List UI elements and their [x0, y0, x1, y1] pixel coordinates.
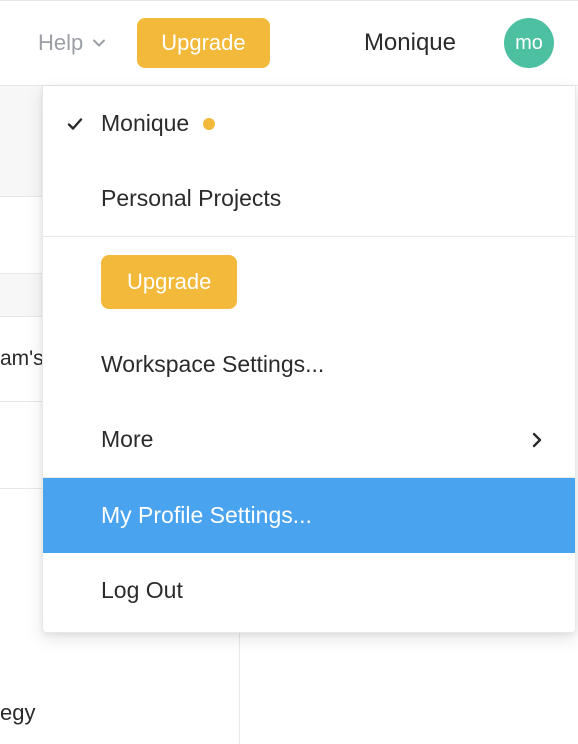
upgrade-button-label: Upgrade: [161, 30, 245, 55]
menu-personal-projects-label: Personal Projects: [101, 185, 281, 212]
background-rows: am's: [0, 86, 45, 402]
menu-workspace-settings-label: Workspace Settings...: [101, 351, 324, 378]
menu-upgrade-button[interactable]: Upgrade: [101, 255, 237, 309]
avatar[interactable]: mo: [504, 18, 554, 68]
background-partial-text: am's: [0, 317, 45, 401]
help-label: Help: [38, 30, 83, 56]
menu-item-workspace-settings[interactable]: Workspace Settings...: [43, 327, 575, 402]
menu-item-personal-projects[interactable]: Personal Projects: [43, 161, 575, 236]
menu-item-profile-settings[interactable]: My Profile Settings...: [43, 478, 575, 553]
chevron-right-icon: [527, 430, 547, 450]
top-bar: Help Upgrade Monique mo: [0, 0, 578, 86]
upgrade-button[interactable]: Upgrade: [137, 18, 269, 68]
menu-workspace-label: Monique: [101, 110, 189, 137]
user-dropdown-menu: Monique Personal Projects Upgrade Worksp…: [42, 86, 576, 633]
menu-logout-label: Log Out: [101, 577, 183, 604]
help-menu[interactable]: Help: [38, 30, 107, 56]
username-label[interactable]: Monique: [364, 29, 456, 57]
check-icon: [65, 114, 85, 134]
menu-more-label: More: [101, 426, 153, 453]
chevron-down-icon: [91, 35, 107, 51]
menu-item-more[interactable]: More: [43, 402, 575, 477]
menu-item-workspace[interactable]: Monique: [43, 86, 575, 161]
avatar-initials: mo: [515, 32, 543, 55]
menu-upgrade-label: Upgrade: [127, 269, 211, 294]
menu-profile-settings-label: My Profile Settings...: [101, 502, 312, 529]
menu-item-logout[interactable]: Log Out: [43, 553, 575, 628]
menu-upgrade-row: Upgrade: [43, 237, 575, 327]
status-dot-icon: [203, 118, 215, 130]
background-partial-text-2: egy: [0, 700, 35, 726]
